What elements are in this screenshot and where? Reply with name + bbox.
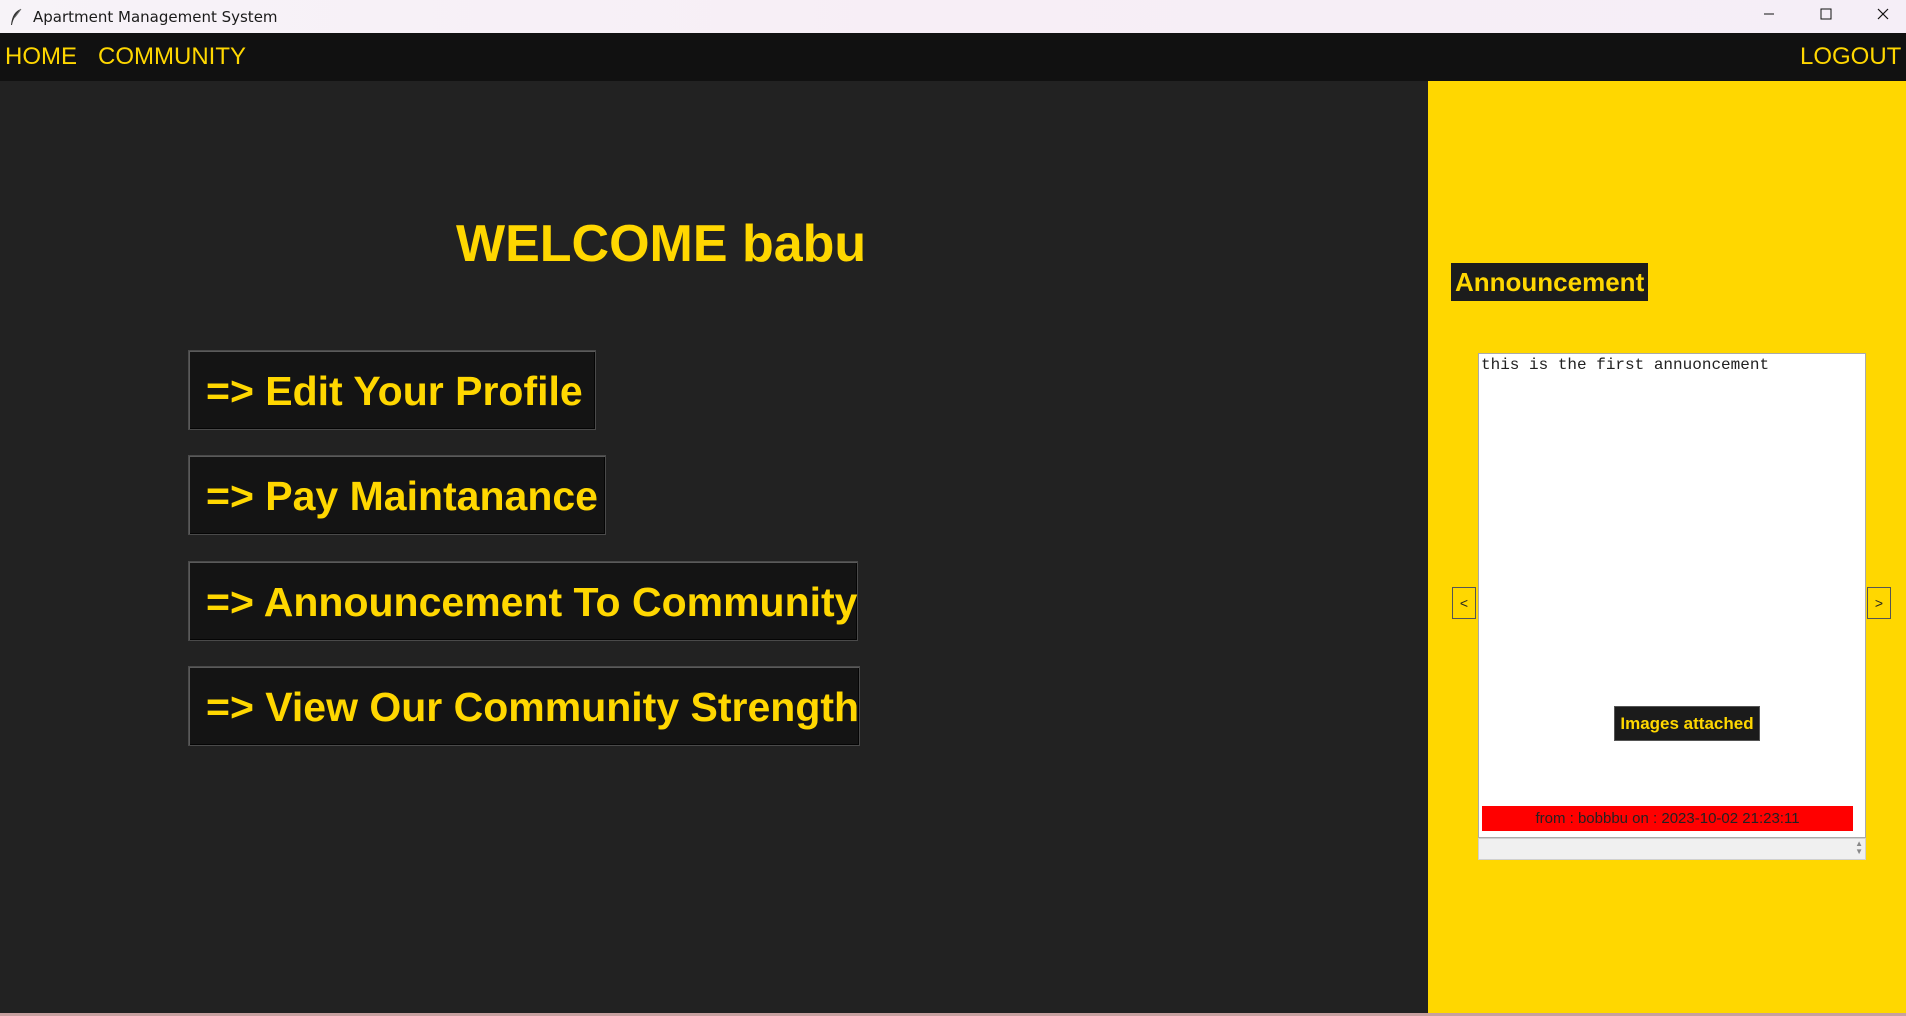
- view-community-strength-button[interactable]: => View Our Community Strength: [188, 666, 860, 746]
- nav-home[interactable]: HOME: [5, 43, 77, 71]
- close-button[interactable]: [1854, 0, 1906, 28]
- announcement-textbox[interactable]: this is the first annuoncement Images at…: [1478, 353, 1866, 838]
- announcement-text: this is the first annuoncement: [1481, 356, 1770, 374]
- edit-profile-button[interactable]: => Edit Your Profile: [188, 350, 596, 430]
- next-announcement-button[interactable]: >: [1867, 587, 1891, 619]
- welcome-heading: WELCOME babu: [456, 215, 867, 273]
- nav-community[interactable]: COMMUNITY: [98, 43, 246, 71]
- horizontal-scrollbar[interactable]: ▲ ▼: [1478, 838, 1866, 860]
- announcement-to-community-button[interactable]: => Announcement To Community: [188, 561, 858, 641]
- announcement-title: Announcement: [1451, 263, 1649, 301]
- scroll-arrows-icon[interactable]: ▲ ▼: [1855, 840, 1863, 856]
- nav-logout[interactable]: LOGOUT: [1800, 43, 1901, 71]
- announcement-panel: Announcement < this is the first annuonc…: [1428, 81, 1906, 1013]
- main-panel: WELCOME babu => Edit Your Profile => Pay…: [0, 81, 1428, 1013]
- maximize-button[interactable]: [1797, 0, 1854, 28]
- pay-maintenance-button[interactable]: => Pay Maintanance: [188, 455, 606, 535]
- minimize-button[interactable]: [1740, 0, 1797, 28]
- window-title: Apartment Management System: [33, 7, 278, 26]
- window-titlebar: Apartment Management System: [0, 0, 1906, 33]
- prev-announcement-button[interactable]: <: [1452, 587, 1476, 619]
- images-attached-button[interactable]: Images attached: [1614, 706, 1760, 741]
- top-navbar: HOME COMMUNITY LOGOUT: [0, 33, 1906, 81]
- close-icon: [1877, 8, 1888, 20]
- feather-icon: [9, 8, 23, 26]
- maximize-icon: [1820, 8, 1831, 20]
- minimize-icon: [1763, 13, 1774, 15]
- announcement-author-bar: from : bobbbu on : 2023-10-02 21:23:11: [1482, 806, 1853, 831]
